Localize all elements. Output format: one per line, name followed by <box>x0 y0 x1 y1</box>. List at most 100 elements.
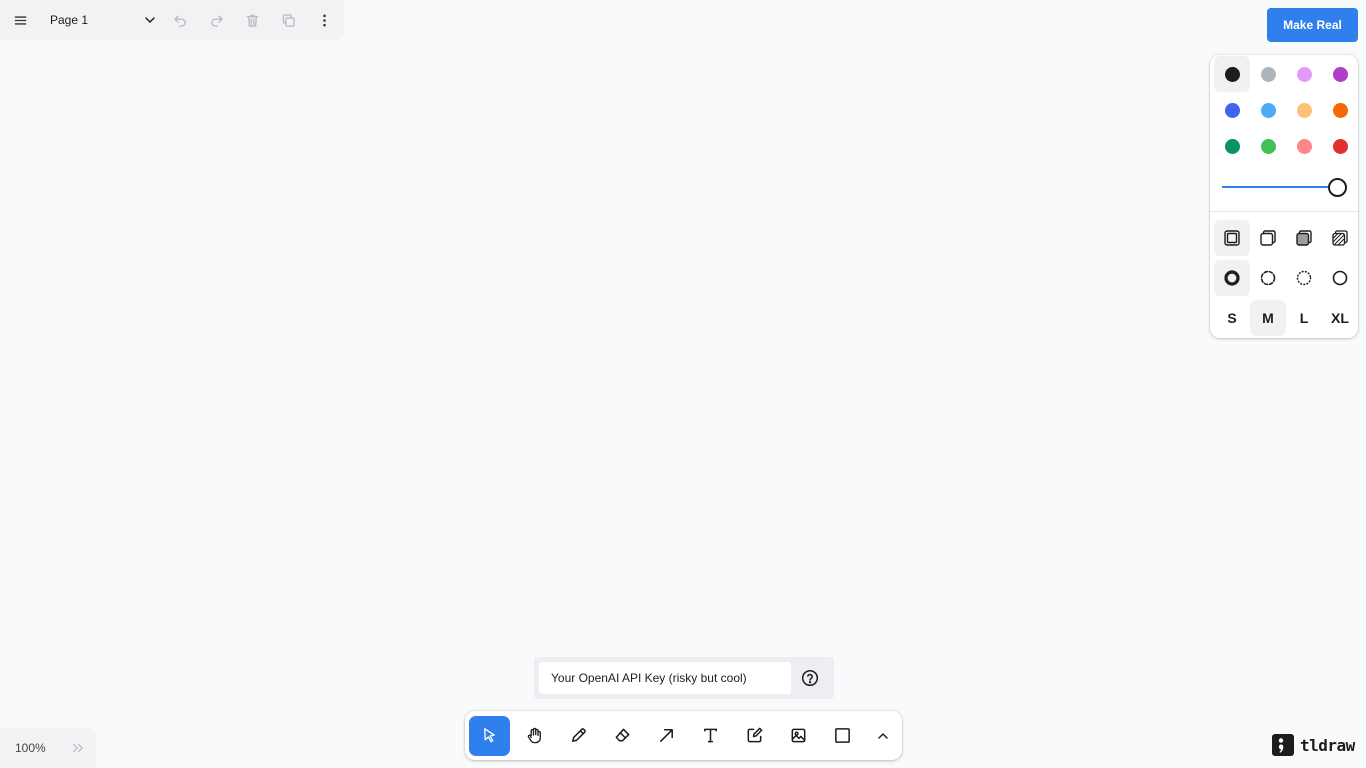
page-name: Page 1 <box>50 13 89 27</box>
delete-button[interactable] <box>234 0 270 40</box>
size-l-button[interactable]: L <box>1286 300 1322 336</box>
size-xl-label: XL <box>1331 310 1349 326</box>
rectangle-tool-button[interactable] <box>820 716 864 756</box>
dash-dotted-button[interactable] <box>1286 260 1322 296</box>
color-green-button[interactable] <box>1214 128 1250 164</box>
chevrons-right-icon <box>73 743 83 753</box>
size-s-button[interactable]: S <box>1214 300 1250 336</box>
duplicate-button[interactable] <box>270 0 306 40</box>
fill-semi-button[interactable] <box>1250 220 1286 256</box>
fill-pattern-icon <box>1332 230 1348 246</box>
help-circle-icon <box>801 669 819 687</box>
asset-tool-button[interactable] <box>776 716 820 756</box>
trash-icon <box>246 14 258 27</box>
dash-dotted-icon <box>1296 270 1312 286</box>
size-m-button[interactable]: M <box>1250 300 1286 336</box>
draw-tool-button[interactable] <box>557 716 601 756</box>
style-panel: S M L XL <box>1210 55 1358 338</box>
redo-button[interactable] <box>198 0 234 40</box>
size-picker: S M L XL <box>1214 300 1358 336</box>
arrow-tool-button[interactable] <box>645 716 689 756</box>
chevron-down-icon <box>145 17 155 23</box>
api-key-container <box>534 657 834 699</box>
fill-pattern-button[interactable] <box>1322 220 1358 256</box>
size-l-label: L <box>1299 310 1309 326</box>
tldraw-watermark[interactable]: tldraw <box>1272 734 1355 756</box>
text-tool-icon <box>703 728 717 743</box>
text-tool-button[interactable] <box>688 716 732 756</box>
draw-tool-icon <box>572 728 587 742</box>
select-tool-button[interactable] <box>469 715 510 756</box>
more-vertical-icon <box>322 14 326 26</box>
color-swatch <box>1260 102 1276 118</box>
page-menu-dropdown[interactable]: Page 1 <box>40 0 162 40</box>
color-light-green-button[interactable] <box>1250 128 1286 164</box>
opacity-slider-track[interactable] <box>1222 186 1337 188</box>
color-swatch <box>1260 138 1276 154</box>
opacity-slider-thumb[interactable] <box>1328 178 1347 197</box>
tldraw-wordmark: tldraw <box>1300 735 1355 755</box>
size-m-label: M <box>1262 310 1274 326</box>
more-tools-button[interactable] <box>864 716 902 756</box>
dash-solid-button[interactable] <box>1322 260 1358 296</box>
color-swatch <box>1332 102 1348 118</box>
api-key-input[interactable] <box>539 662 791 694</box>
fill-solid-button[interactable] <box>1286 220 1322 256</box>
asset-tool-icon <box>791 728 806 743</box>
dash-draw-icon <box>1224 270 1240 286</box>
color-light-red-button[interactable] <box>1286 128 1322 164</box>
color-swatch <box>1224 102 1240 118</box>
note-tool-icon <box>747 727 763 743</box>
zoom-level[interactable]: 100% <box>0 741 63 755</box>
rectangle-tool-icon <box>834 728 850 743</box>
eraser-tool-icon <box>615 728 630 742</box>
undo-button[interactable] <box>162 0 198 40</box>
color-swatch <box>1332 138 1348 154</box>
color-swatch <box>1224 138 1240 154</box>
color-light-blue-button[interactable] <box>1250 92 1286 128</box>
color-swatch <box>1332 66 1348 82</box>
fill-style-picker <box>1214 220 1358 256</box>
color-swatch <box>1296 66 1312 82</box>
color-swatch <box>1296 102 1312 118</box>
navigation-zone: 100% <box>0 728 96 768</box>
redo-icon <box>210 15 223 27</box>
size-s-label: S <box>1227 310 1237 326</box>
chevron-up-icon <box>878 732 888 739</box>
fill-none-button[interactable] <box>1214 220 1250 256</box>
dash-style-picker <box>1214 260 1358 296</box>
color-blue-button[interactable] <box>1214 92 1250 128</box>
minimap-toggle-button[interactable] <box>63 741 93 755</box>
dash-solid-icon <box>1332 270 1348 286</box>
color-light-violet-button[interactable] <box>1286 56 1322 92</box>
api-key-help-button[interactable] <box>800 668 820 688</box>
fill-none-icon <box>1224 230 1240 246</box>
dash-dashed-icon <box>1260 270 1276 286</box>
make-real-button[interactable]: Make Real <box>1267 8 1358 42</box>
hamburger-menu-icon <box>14 15 26 25</box>
color-violet-button[interactable] <box>1322 56 1358 92</box>
fill-solid-icon <box>1296 230 1312 246</box>
color-yellow-button[interactable] <box>1286 92 1322 128</box>
size-xl-button[interactable]: XL <box>1322 300 1358 336</box>
hand-tool-button[interactable] <box>513 716 557 756</box>
undo-icon <box>173 15 186 27</box>
more-actions-button[interactable] <box>306 0 342 40</box>
fill-semi-icon <box>1260 230 1276 246</box>
eraser-tool-button[interactable] <box>601 716 645 756</box>
dash-dashed-button[interactable] <box>1250 260 1286 296</box>
panel-divider <box>1210 211 1358 212</box>
make-real-label: Make Real <box>1283 18 1342 32</box>
color-grey-button[interactable] <box>1250 56 1286 92</box>
note-tool-button[interactable] <box>732 716 776 756</box>
color-black-button[interactable] <box>1214 56 1250 92</box>
tldraw-logo-icon <box>1272 734 1294 756</box>
color-swatch <box>1296 138 1312 154</box>
color-picker <box>1214 56 1358 164</box>
main-menu-button[interactable] <box>0 0 40 40</box>
main-menu-bar: Page 1 <box>0 0 344 40</box>
arrow-tool-icon <box>660 729 673 742</box>
color-red-button[interactable] <box>1322 128 1358 164</box>
color-orange-button[interactable] <box>1322 92 1358 128</box>
dash-draw-button[interactable] <box>1214 260 1250 296</box>
